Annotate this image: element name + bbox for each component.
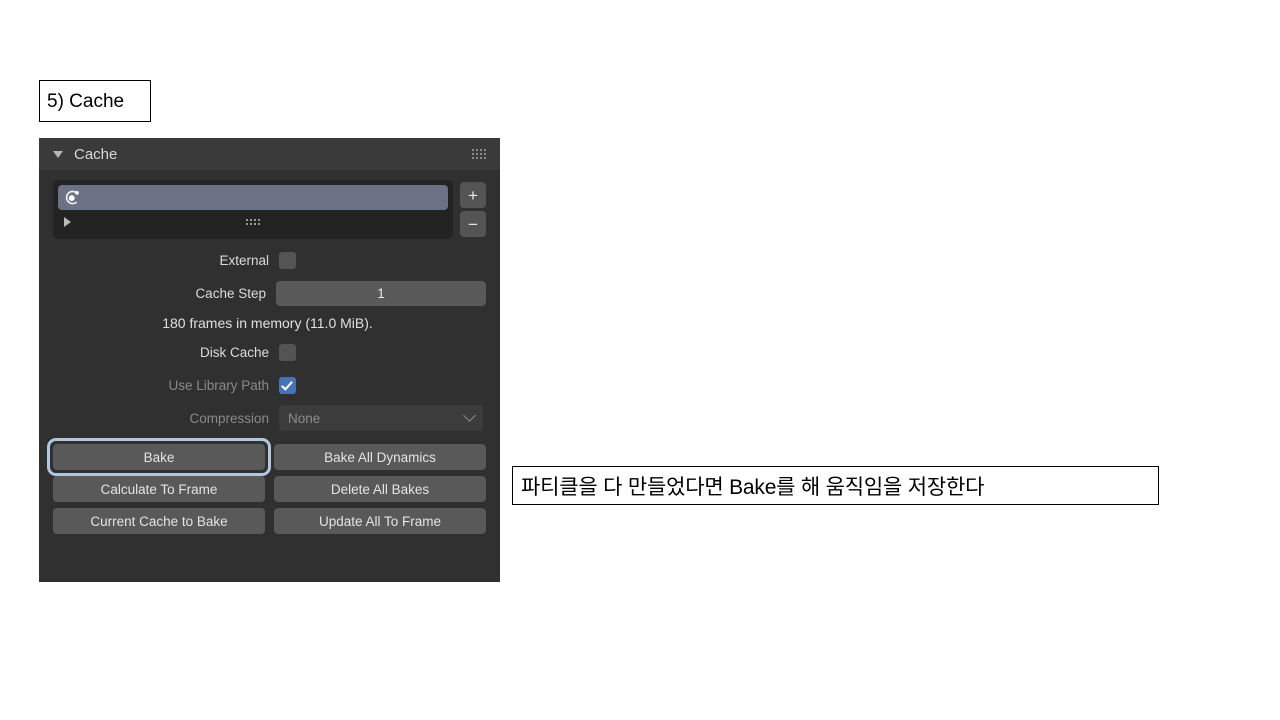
grip-dot (476, 149, 478, 151)
grip-dot (472, 157, 474, 159)
cache-step-row: Cache Step 1 (53, 280, 486, 306)
external-label: External (219, 252, 269, 268)
grip-dot (246, 223, 248, 225)
grip-dot (258, 223, 260, 225)
cache-panel-header[interactable]: Cache (39, 138, 500, 170)
use-library-path-checkbox[interactable] (279, 376, 296, 394)
grip-dot (484, 153, 486, 155)
caption-text: 파티클을 다 만들었다면 Bake를 해 움직임을 저장한다 (521, 475, 985, 499)
external-row: External (53, 248, 486, 272)
external-checkbox[interactable] (279, 251, 296, 269)
current-cache-to-bake-button[interactable]: Current Cache to Bake (53, 508, 265, 534)
bake-button[interactable]: Bake (53, 444, 265, 470)
cache-list-row: + − (53, 180, 486, 239)
grip-dot (246, 219, 248, 221)
compression-label: Compression (189, 410, 269, 426)
cache-operator-buttons: Bake Bake All Dynamics Calculate To Fram… (47, 438, 486, 534)
calculate-to-frame-button[interactable]: Calculate To Frame (53, 476, 265, 502)
slide-title-box: 5) Cache (39, 80, 151, 122)
grip-dot (258, 219, 260, 221)
grip-dot (472, 149, 474, 151)
grip-dot (472, 153, 474, 155)
caption-box: 파티클을 다 만들었다면 Bake를 해 움직임을 저장한다 (512, 466, 1159, 505)
compression-row: Compression None (53, 405, 486, 431)
cache-list-item[interactable] (58, 185, 448, 210)
update-all-to-frame-button[interactable]: Update All To Frame (274, 508, 486, 534)
cache-list-footer[interactable] (58, 210, 448, 234)
cache-panel-body: + − External Cache Step 1 180 frames in … (39, 170, 500, 546)
add-cache-button[interactable]: + (460, 182, 486, 208)
grip-dots-icon[interactable] (472, 149, 486, 159)
grip-dot (484, 149, 486, 151)
triangle-right-icon[interactable] (64, 217, 71, 227)
slide-title-text: 5) Cache (47, 90, 125, 112)
cache-info-text: 180 frames in memory (11.0 MiB). (162, 315, 373, 331)
disk-cache-label: Disk Cache (199, 344, 269, 360)
physics-particle-icon (65, 190, 79, 205)
grip-dot (476, 153, 478, 155)
disk-cache-checkbox[interactable] (279, 343, 296, 361)
compression-value: None (288, 410, 321, 426)
grip-dot (254, 219, 256, 221)
cache-step-label: Cache Step (195, 285, 266, 301)
chevron-down-icon (463, 408, 476, 422)
use-library-path-row: Use Library Path (53, 373, 486, 397)
delete-all-bakes-button[interactable]: Delete All Bakes (274, 476, 486, 502)
grip-dot (250, 219, 252, 221)
grip-dots-icon[interactable] (246, 219, 260, 225)
use-library-path-label: Use Library Path (168, 377, 269, 393)
grip-dot (484, 157, 486, 159)
bake-all-dynamics-button[interactable]: Bake All Dynamics (274, 444, 486, 470)
grip-dot (480, 149, 482, 151)
grip-dot (250, 223, 252, 225)
cache-list-side-buttons: + − (460, 180, 486, 237)
cache-list[interactable] (53, 180, 453, 239)
disk-cache-row: Disk Cache (53, 340, 486, 364)
cache-panel-title: Cache (74, 145, 118, 163)
triangle-down-icon[interactable] (53, 150, 63, 158)
compression-dropdown[interactable]: None (279, 405, 483, 431)
grip-dot (476, 157, 478, 159)
cache-panel: Cache + − External Cache Step 1 180 fram… (39, 138, 500, 582)
grip-dot (480, 157, 482, 159)
bake-highlight: Bake (47, 438, 271, 476)
grip-dot (254, 223, 256, 225)
remove-cache-button[interactable]: − (460, 211, 486, 237)
grip-dot (480, 153, 482, 155)
cache-step-field[interactable]: 1 (275, 280, 486, 306)
